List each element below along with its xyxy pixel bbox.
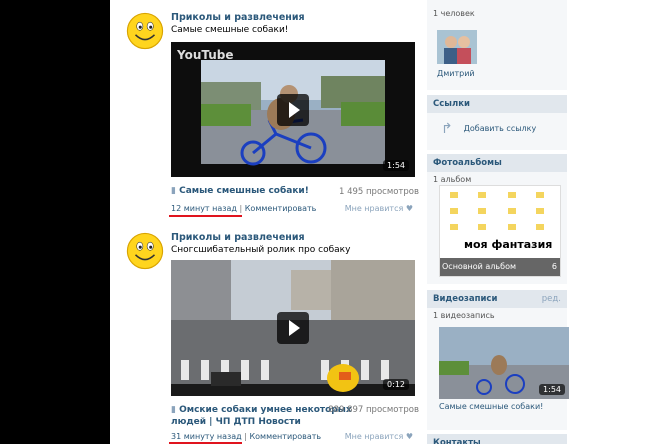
album-photo-count: 6: [551, 262, 557, 271]
comment-link[interactable]: Комментировать: [249, 432, 321, 441]
photo-albums-header: Фотоальбомы: [427, 154, 567, 172]
meta-divider: |: [244, 432, 247, 441]
post-author-link[interactable]: Приколы и развлечения: [171, 232, 305, 243]
member-photo-image: [437, 30, 477, 64]
video-icon: ▮: [171, 405, 176, 415]
post-text: Самые смешные собаки!: [171, 25, 289, 35]
smiley-avatar-icon[interactable]: [126, 232, 164, 270]
member-name-link[interactable]: Дмитрий: [437, 69, 475, 78]
post-text: Сногсшибательный ролик про собаку: [171, 245, 351, 255]
album-thumbnail[interactable]: моя фантазия Основной альбом 6: [439, 185, 561, 277]
screen: Приколы и развлечения Самые смешные соба…: [110, 0, 572, 444]
sidebar-video-duration: 1:54: [539, 384, 565, 395]
post-meta: 31 минуту назад | Комментировать: [171, 432, 321, 441]
contacts-block: Контакты: [427, 434, 567, 444]
post-author-link[interactable]: Приколы и развлечения: [171, 12, 305, 23]
meta-divider: |: [239, 204, 243, 213]
feed-post: Приколы и развлечения Сногсшибательный р…: [124, 220, 419, 444]
album-title: моя фантазия: [464, 238, 553, 251]
play-button[interactable]: [277, 312, 309, 344]
video-thumbnail[interactable]: 0:12: [171, 260, 415, 396]
window-right-strip: [572, 0, 671, 444]
links-header: Ссылки: [427, 95, 567, 113]
comment-link[interactable]: Комментировать: [245, 204, 317, 213]
youtube-logo: YouTube: [177, 48, 234, 62]
videos-block: Видеозаписи ред. 1 видеозапись 1:54 Самы…: [427, 290, 569, 430]
like-button[interactable]: Мне нравится ♥: [345, 432, 413, 441]
link-arrow-icon: ↱: [441, 121, 453, 137]
video-views: 889 897 просмотров: [328, 405, 419, 415]
video-title-link[interactable]: ▮ Омские собаки умнее некоторых людей | …: [171, 404, 352, 428]
members-block: 1 человек Дмитрий: [427, 0, 567, 90]
member-photo[interactable]: [437, 30, 477, 64]
photo-albums-block: Фотоальбомы 1 альбом моя фантазия Основн…: [427, 154, 567, 284]
members-count: 1 человек: [433, 9, 475, 18]
post-time-link[interactable]: 12 минут назад: [171, 204, 237, 213]
videos-header: Видеозаписи ред.: [427, 290, 567, 308]
smiley-avatar-icon[interactable]: [126, 12, 164, 50]
video-thumbnail[interactable]: YouTube 1:54: [171, 42, 415, 177]
links-block: Ссылки ↱ Добавить ссылку: [427, 95, 567, 150]
album-overlay-label: Основной альбом: [442, 262, 516, 271]
post-meta: 12 минут назад | Комментировать: [171, 204, 316, 213]
video-duration: 1:54: [383, 160, 409, 171]
video-title-link[interactable]: ▮ Самые смешные собаки!: [171, 186, 309, 196]
contacts-header: Контакты: [427, 434, 567, 444]
annotation-underline: [169, 215, 242, 217]
heart-icon: ♥: [405, 204, 413, 213]
sidebar-video-title-link[interactable]: Самые смешные собаки!: [439, 402, 543, 411]
add-link-row[interactable]: ↱ Добавить ссылку: [441, 121, 536, 137]
feed-post: Приколы и развлечения Самые смешные соба…: [124, 0, 419, 220]
video-icon: ▮: [171, 186, 176, 196]
post-time-link[interactable]: 31 минуту назад: [171, 432, 242, 441]
videos-count: 1 видеозапись: [433, 311, 495, 320]
sidebar-video-thumbnail[interactable]: 1:54: [439, 327, 569, 399]
heart-icon: ♥: [405, 432, 413, 441]
video-views: 1 495 просмотров: [338, 187, 419, 197]
play-button[interactable]: [277, 94, 309, 126]
videos-edit-link[interactable]: ред.: [542, 294, 561, 304]
like-button[interactable]: Мне нравится ♥: [345, 204, 413, 213]
video-duration: 0:12: [383, 379, 409, 390]
